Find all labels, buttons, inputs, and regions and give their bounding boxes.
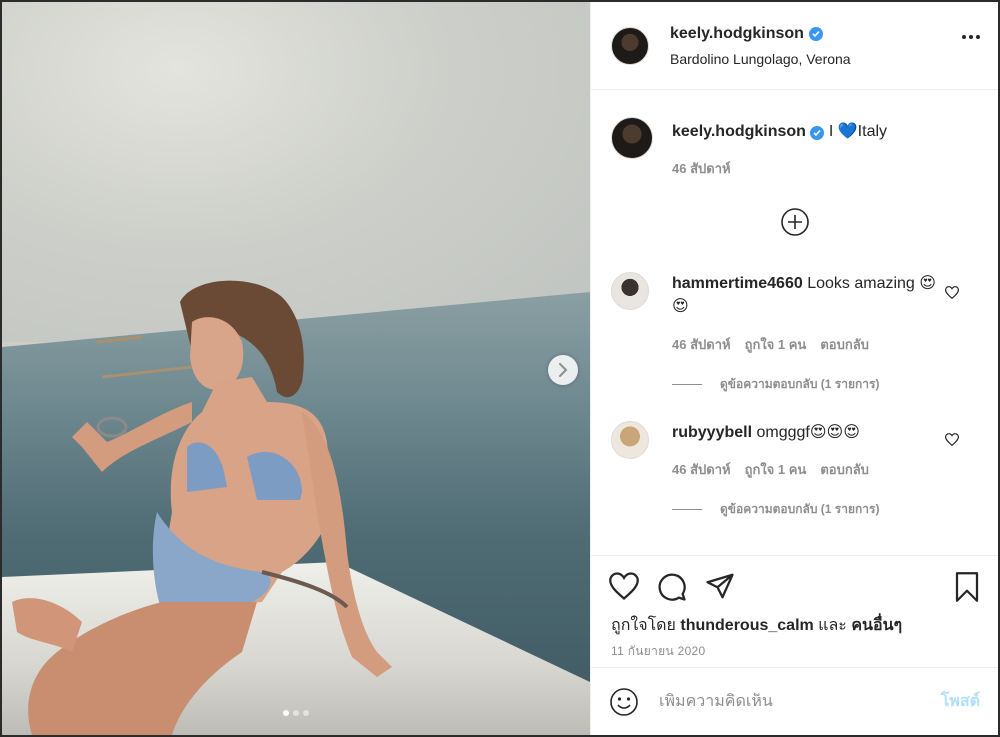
blue-heart-emoji: 💙 <box>837 123 858 140</box>
comment-likes[interactable]: ถูกใจ 1 คน <box>745 334 807 355</box>
post-photo[interactable] <box>2 2 590 735</box>
reply-button[interactable]: ตอบกลับ <box>820 459 869 480</box>
verified-badge-icon <box>808 26 823 41</box>
reply-button[interactable]: ตอบกลับ <box>820 334 869 355</box>
comment-time[interactable]: 46 สัปดาห์ <box>672 459 731 480</box>
post-details-panel: keely.hodgkinson Bardolino Lungolago, Ve… <box>590 2 998 735</box>
liked-by-user[interactable]: thunderous_calm <box>680 617 813 634</box>
liked-by-and: และ <box>813 617 852 634</box>
post-date[interactable]: 11 กันยายน 2020 <box>611 642 706 661</box>
avatar[interactable] <box>611 26 649 65</box>
emoji-icon[interactable] <box>609 687 639 717</box>
post-author-username[interactable]: keely.hodgkinson <box>670 25 804 43</box>
liked-by-prefix: ถูกใจโดย <box>611 617 681 634</box>
caption-text-suffix: Italy <box>857 123 888 140</box>
comment-username[interactable]: hammertime4660 <box>672 275 803 292</box>
photo-person <box>12 280 392 735</box>
divider <box>672 509 702 510</box>
carousel-dot <box>283 710 289 716</box>
comment-time[interactable]: 46 สัปดาห์ <box>672 334 731 355</box>
view-replies-label: ดูข้อความตอบกลับ (1 รายการ) <box>720 377 880 391</box>
liked-by-others[interactable]: คนอื่นๆ <box>851 617 902 634</box>
comment-username[interactable]: rubyyybell <box>672 424 752 441</box>
post-header: keely.hodgkinson Bardolino Lungolago, Ve… <box>591 2 998 90</box>
comment-text: omgggf😍😍😍 <box>756 424 860 441</box>
carousel-dot <box>293 710 299 716</box>
post-actions: ถูกใจโดย thunderous_calm และ คนอื่นๆ 11 … <box>591 555 998 735</box>
liked-by: ถูกใจโดย thunderous_calm และ คนอื่นๆ <box>611 613 902 638</box>
next-photo-button[interactable] <box>548 355 578 385</box>
post-modal: keely.hodgkinson Bardolino Lungolago, Ve… <box>2 2 998 735</box>
comment-likes[interactable]: ถูกใจ 1 คน <box>745 459 807 480</box>
caption-time[interactable]: 46 สัปดาห์ <box>672 158 731 179</box>
avatar[interactable] <box>611 421 649 459</box>
avatar[interactable] <box>611 272 649 310</box>
carousel-dot <box>303 710 309 716</box>
add-comment-bar: โพสต์ <box>591 667 998 735</box>
carousel-indicator <box>2 710 590 716</box>
post-comment-button[interactable]: โพสต์ <box>941 689 980 714</box>
heart-icon[interactable] <box>945 286 959 299</box>
comment-input[interactable] <box>659 692 941 711</box>
divider <box>672 384 702 385</box>
heart-icon[interactable] <box>609 572 639 600</box>
avatar[interactable] <box>611 117 653 159</box>
plus-circle-icon[interactable] <box>780 207 810 237</box>
view-replies-label: ดูข้อความตอบกลับ (1 รายการ) <box>720 502 880 516</box>
caption-text-prefix: I <box>828 123 838 140</box>
heart-icon[interactable] <box>945 433 959 446</box>
post-location[interactable]: Bardolino Lungolago, Verona <box>670 51 851 67</box>
verified-badge-icon <box>810 126 825 140</box>
caption-username[interactable]: keely.hodgkinson <box>672 123 806 140</box>
comments-section: keely.hodgkinson I 💙Italy 46 สัปดาห์ ham… <box>591 90 998 555</box>
view-replies-button[interactable]: ดูข้อความตอบกลับ (1 รายการ) <box>672 500 879 519</box>
share-icon[interactable] <box>705 572 735 600</box>
chevron-right-icon <box>559 363 568 377</box>
more-options-icon[interactable] <box>962 35 980 39</box>
bookmark-icon[interactable] <box>954 572 980 602</box>
comment-icon[interactable] <box>657 572 687 602</box>
view-replies-button[interactable]: ดูข้อความตอบกลับ (1 รายการ) <box>672 375 879 394</box>
